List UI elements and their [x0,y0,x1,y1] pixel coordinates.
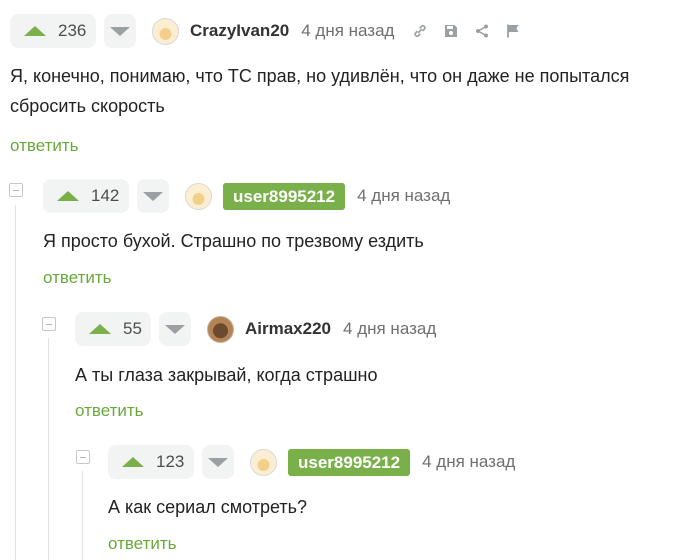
timestamp[interactable]: 4 дня назад [422,452,515,472]
avatar[interactable] [185,182,212,210]
username-op-badge[interactable]: user8995212 [223,182,346,210]
comment-actions [412,23,536,39]
downvote-button[interactable] [159,312,191,346]
arrow-down-icon [110,26,130,36]
upvote-button[interactable]: 55 [75,312,151,346]
comment-header: 123 user8995212 4 дня назад [108,445,515,479]
arrow-up-icon [89,324,111,334]
reply-link[interactable]: ответить [43,268,112,288]
thread-line [15,205,16,560]
avatar[interactable] [250,448,277,476]
comment-header: 142 user8995212 4 дня назад [43,179,450,213]
arrow-down-icon [143,191,163,201]
comment-text: А ты глаза закрывай, когда страшно [75,365,378,385]
arrow-down-icon [208,457,228,467]
reply-link[interactable]: ответить [10,136,79,156]
arrow-down-icon [165,324,185,334]
thread-line [82,471,83,560]
comment-header: 55 Airmax220 4 дня назад [75,312,436,346]
comment-header: 236 CrazyIvan20 4 дня назад [10,14,536,48]
upvote-button[interactable]: 123 [108,445,194,479]
vote-count: 236 [58,21,87,40]
reply-link[interactable]: ответить [75,401,144,421]
comment-text: Я просто бухой. Страшно по трезвому езди… [43,231,424,251]
reply-link[interactable]: ответить [108,534,177,554]
upvote-button[interactable]: 142 [43,179,129,213]
username[interactable]: Airmax220 [245,319,331,339]
arrow-up-icon [24,26,46,36]
vote-count: 142 [91,186,120,205]
comment-text: Я, конечно, понимаю, что ТС прав, но уди… [10,66,630,116]
timestamp[interactable]: 4 дня назад [357,186,450,206]
share-icon[interactable] [474,23,490,39]
avatar[interactable] [207,315,234,343]
avatar[interactable] [152,17,179,45]
thread-line [48,338,49,560]
downvote-button[interactable] [202,445,234,479]
vote-count: 123 [156,452,185,471]
downvote-button[interactable] [137,179,169,213]
vote-count: 55 [123,319,142,338]
arrow-up-icon [57,191,79,201]
collapse-toggle[interactable] [42,317,56,331]
flag-icon[interactable] [505,23,521,39]
username[interactable]: CrazyIvan20 [190,21,289,41]
downvote-button[interactable] [104,14,136,48]
upvote-button[interactable]: 236 [10,14,96,48]
collapse-toggle[interactable] [9,183,23,197]
link-icon[interactable] [412,23,428,39]
collapse-toggle[interactable] [76,450,90,464]
comment-text: А как сериал смотреть? [108,497,308,517]
arrow-up-icon [122,457,144,467]
timestamp[interactable]: 4 дня назад [301,21,394,41]
username-op-badge[interactable]: user8995212 [288,448,411,476]
save-icon[interactable] [443,23,459,39]
timestamp[interactable]: 4 дня назад [343,319,436,339]
